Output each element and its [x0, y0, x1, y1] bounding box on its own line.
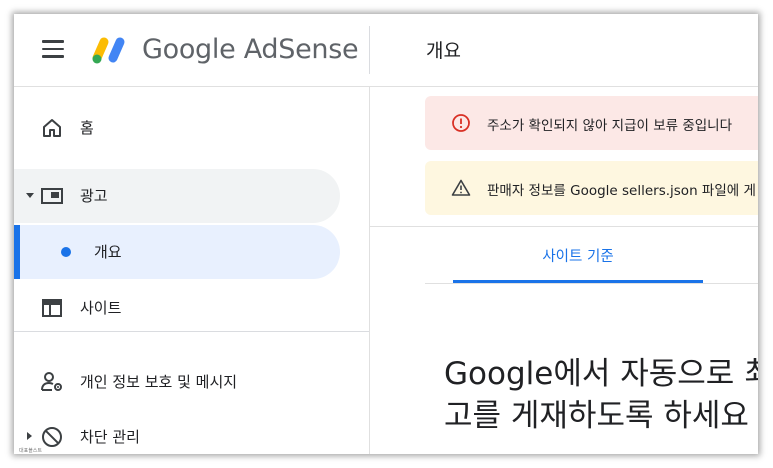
alert-text: 판매자 정보를 Google sellers.json 파일에 게 [487, 183, 756, 199]
tab-by-site[interactable]: 사이트 기준 [453, 227, 703, 283]
alert-text: 주소가 확인되지 않아 지급이 보류 중입니다 [487, 118, 733, 134]
sidebar-item-ads[interactable]: 광고 [14, 169, 340, 223]
header-divider [369, 26, 370, 74]
headline-line-2: 고를 게재하도록 하세요 [444, 398, 749, 434]
privacy-icon [41, 372, 62, 391]
sidebar-item-label: 사이트 [80, 299, 122, 317]
sidebar-item-sites[interactable]: 사이트 [14, 281, 340, 335]
home-icon [43, 119, 61, 137]
sidebar-item-label: 광고 [80, 187, 108, 205]
warning-icon [451, 179, 471, 196]
sites-icon [42, 299, 62, 317]
expand-arrow-icon[interactable] [27, 432, 32, 440]
headline-line-1: Google에서 자동으로 최 [444, 356, 758, 392]
error-icon [452, 114, 470, 132]
dot-icon [61, 247, 71, 257]
sidebar-item-label: 차단 관리 [80, 428, 140, 446]
sidebar-item-label: 홈 [80, 119, 94, 137]
sellers-json-alert[interactable]: 판매자 정보를 Google sellers.json 파일에 게 [425, 161, 758, 215]
brand-name: Google AdSense [142, 34, 359, 65]
sidebar-item-overview[interactable]: 개요 [14, 225, 340, 279]
payment-hold-alert[interactable]: 주소가 확인되지 않아 지급이 보류 중입니다 [425, 96, 758, 150]
sidebar-item-blocking-controls[interactable]: 차단 관리 [14, 410, 340, 454]
sidebar-item-privacy-messaging[interactable]: 개인 정보 보호 및 메시지 [14, 355, 340, 409]
app-window: Google AdSense 개요 홈 광고 개요 사이트 개인 정보 보호 및… [14, 14, 758, 454]
sidebar-item-label: 개요 [94, 243, 122, 261]
adsense-logo-icon [92, 37, 125, 64]
tab-bar-divider [425, 283, 758, 284]
sidebar-item-home[interactable]: 홈 [14, 101, 340, 155]
tab-label: 사이트 기준 [542, 249, 614, 265]
main-content: 주소가 확인되지 않아 지급이 보류 중입니다 판매자 정보를 Google s… [370, 87, 758, 454]
ads-icon [41, 188, 63, 204]
block-icon [42, 427, 62, 447]
page-title: 개요 [426, 40, 461, 62]
expand-arrow-icon[interactable] [26, 193, 34, 198]
menu-icon[interactable] [42, 40, 64, 58]
top-app-bar: Google AdSense 개요 [14, 14, 758, 87]
auto-ads-headline: Google에서 자동으로 최 고를 게재하도록 하세요 [444, 353, 758, 437]
watermark: 대표블스트 [19, 448, 43, 454]
active-indicator [14, 225, 20, 279]
sidebar-nav: 홈 광고 개요 사이트 개인 정보 보호 및 메시지 차단 관리 대표블스트 [14, 87, 370, 454]
sidebar-item-label: 개인 정보 보호 및 메시지 [80, 373, 238, 391]
sidebar-divider [14, 331, 369, 332]
